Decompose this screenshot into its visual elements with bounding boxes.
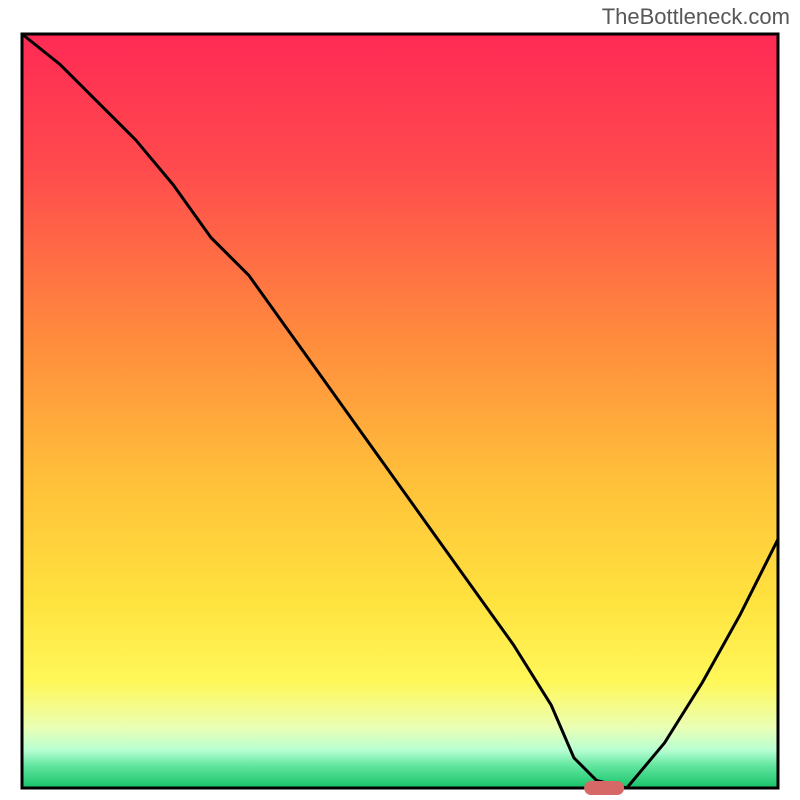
watermark-text: TheBottleneck.com	[602, 4, 790, 30]
bottleneck-chart	[0, 0, 800, 800]
plot-background	[22, 34, 778, 788]
chart-container: { "watermark": "TheBottleneck.com", "cha…	[0, 0, 800, 800]
optimal-marker	[584, 781, 624, 795]
